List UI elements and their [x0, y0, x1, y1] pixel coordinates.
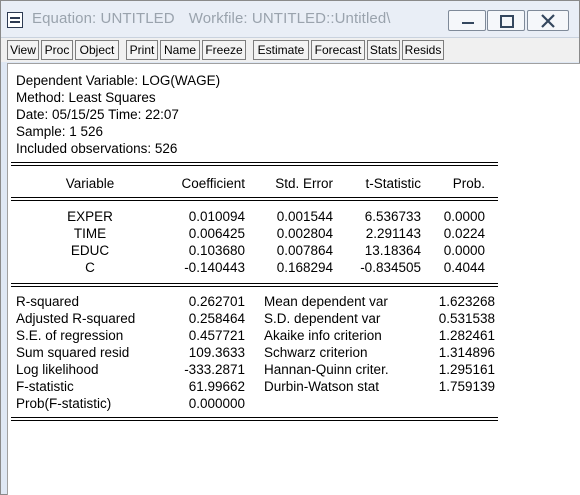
- window-title-workfile: Workfile: UNTITLED::Untitled\: [188, 10, 391, 27]
- object-button[interactable]: Object: [75, 40, 119, 60]
- stat-value: 1.282461: [438, 328, 495, 343]
- stat-label: Log likelihood: [16, 362, 99, 377]
- std-error-value: 0.002804: [276, 226, 333, 241]
- stat-label: Durbin-Watson stat: [264, 379, 380, 394]
- stat-label: Hannan-Quinn criter.: [264, 362, 389, 377]
- column-header: Variable: [65, 176, 115, 191]
- stat-value: 0.457721: [188, 328, 245, 343]
- t-statistic-value: 13.18364: [364, 243, 421, 258]
- coefficient-value: -0.140443: [184, 260, 245, 275]
- std-error-value: 0.001544: [276, 209, 333, 224]
- freeze-button[interactable]: Freeze: [202, 40, 246, 60]
- resids-button[interactable]: Resids: [402, 40, 444, 60]
- date-time: Date: 05/15/25 Time: 22:07: [16, 107, 179, 122]
- coefficient-value: 0.103680: [188, 243, 245, 258]
- stat-label: Adjusted R-squared: [16, 311, 136, 326]
- stat-label: S.D. dependent var: [264, 311, 381, 326]
- stat-value: 109.3633: [188, 345, 245, 360]
- stat-label: S.E. of regression: [16, 328, 124, 343]
- stat-value: 0.000000: [188, 396, 245, 411]
- divider: [11, 165, 498, 166]
- view-button[interactable]: View: [7, 40, 39, 60]
- stat-value: 0.258464: [188, 311, 245, 326]
- equation-window: Equation: UNTITLED Workfile: UNTITLED::Un…: [0, 0, 580, 495]
- divider: [11, 200, 498, 201]
- close-icon: [541, 14, 555, 28]
- window-title: Equation: UNTITLED Workfile: UNTITLED::Un…: [32, 10, 391, 27]
- divider: [11, 417, 498, 418]
- column-header: Std. Error: [275, 176, 333, 191]
- divider: [11, 420, 498, 421]
- stats-button[interactable]: Stats: [367, 40, 400, 60]
- name-button[interactable]: Name: [160, 40, 200, 60]
- prob-value: 0.0000: [443, 243, 485, 258]
- window-title-equation: Equation: UNTITLED: [32, 10, 175, 27]
- stat-label: Akaike info criterion: [264, 328, 382, 343]
- stat-label: R-squared: [16, 294, 80, 309]
- stat-label: F-statistic: [16, 379, 74, 394]
- stat-value: -333.2871: [184, 362, 245, 377]
- column-header: t-Statistic: [365, 176, 421, 191]
- variable-name: C: [85, 260, 95, 275]
- estimate-button[interactable]: Estimate: [253, 40, 309, 60]
- stat-value: 1.623268: [438, 294, 495, 309]
- maximize-icon: [500, 15, 514, 28]
- forecast-button[interactable]: Forecast: [311, 40, 365, 60]
- t-statistic-value: 6.536733: [364, 209, 421, 224]
- maximize-button[interactable]: [487, 10, 525, 31]
- t-statistic-value: 2.291143: [365, 226, 421, 241]
- stat-value: 0.531538: [438, 311, 495, 326]
- prob-value: 0.4044: [443, 260, 485, 275]
- toolbar: View Proc Object Print Name Freeze Estim…: [1, 37, 579, 62]
- stat-label: Prob(F-statistic): [16, 396, 112, 411]
- divider: [11, 286, 498, 287]
- prob-value: 0.0000: [443, 209, 485, 224]
- std-error-value: 0.007864: [276, 243, 333, 258]
- column-header: Prob.: [452, 176, 485, 191]
- std-error-value: 0.168294: [276, 260, 333, 275]
- stat-label: Schwarz criterion: [264, 345, 368, 360]
- close-button[interactable]: [527, 10, 569, 31]
- stat-label: Mean dependent var: [264, 294, 388, 309]
- column-header: Coefficient: [181, 176, 245, 191]
- dependent-variable: Dependent Variable: LOG(WAGE): [16, 73, 221, 88]
- coefficient-value: 0.006425: [188, 226, 245, 241]
- variable-name: TIME: [73, 226, 107, 241]
- stat-value: 1.295161: [438, 362, 495, 377]
- stat-value: 1.314896: [438, 345, 495, 360]
- stat-value: 61.99662: [188, 379, 245, 394]
- stat-value: 0.262701: [188, 294, 245, 309]
- variable-name: EXPER: [67, 209, 113, 224]
- method: Method: Least Squares: [16, 90, 156, 105]
- stat-value: 1.759139: [438, 379, 495, 394]
- divider: [11, 283, 498, 284]
- print-button[interactable]: Print: [126, 40, 158, 60]
- prob-value: 0.0224: [443, 226, 485, 241]
- divider: [11, 162, 498, 163]
- stat-label: Sum squared resid: [16, 345, 130, 360]
- equation-icon: [7, 12, 23, 28]
- variable-name: EDUC: [70, 243, 110, 258]
- divider: [11, 197, 498, 198]
- t-statistic-value: -0.834505: [360, 260, 421, 275]
- sample: Sample: 1 526: [16, 124, 104, 139]
- minimize-button[interactable]: [448, 10, 486, 31]
- coefficient-value: 0.010094: [188, 209, 245, 224]
- minimize-icon: [462, 22, 474, 24]
- output-pane[interactable]: Dependent Variable: LOG(WAGE) Method: Le…: [7, 63, 580, 495]
- proc-button[interactable]: Proc: [41, 40, 73, 60]
- included-observations: Included observations: 526: [16, 141, 178, 156]
- title-bar[interactable]: Equation: UNTITLED Workfile: UNTITLED::Un…: [1, 1, 579, 37]
